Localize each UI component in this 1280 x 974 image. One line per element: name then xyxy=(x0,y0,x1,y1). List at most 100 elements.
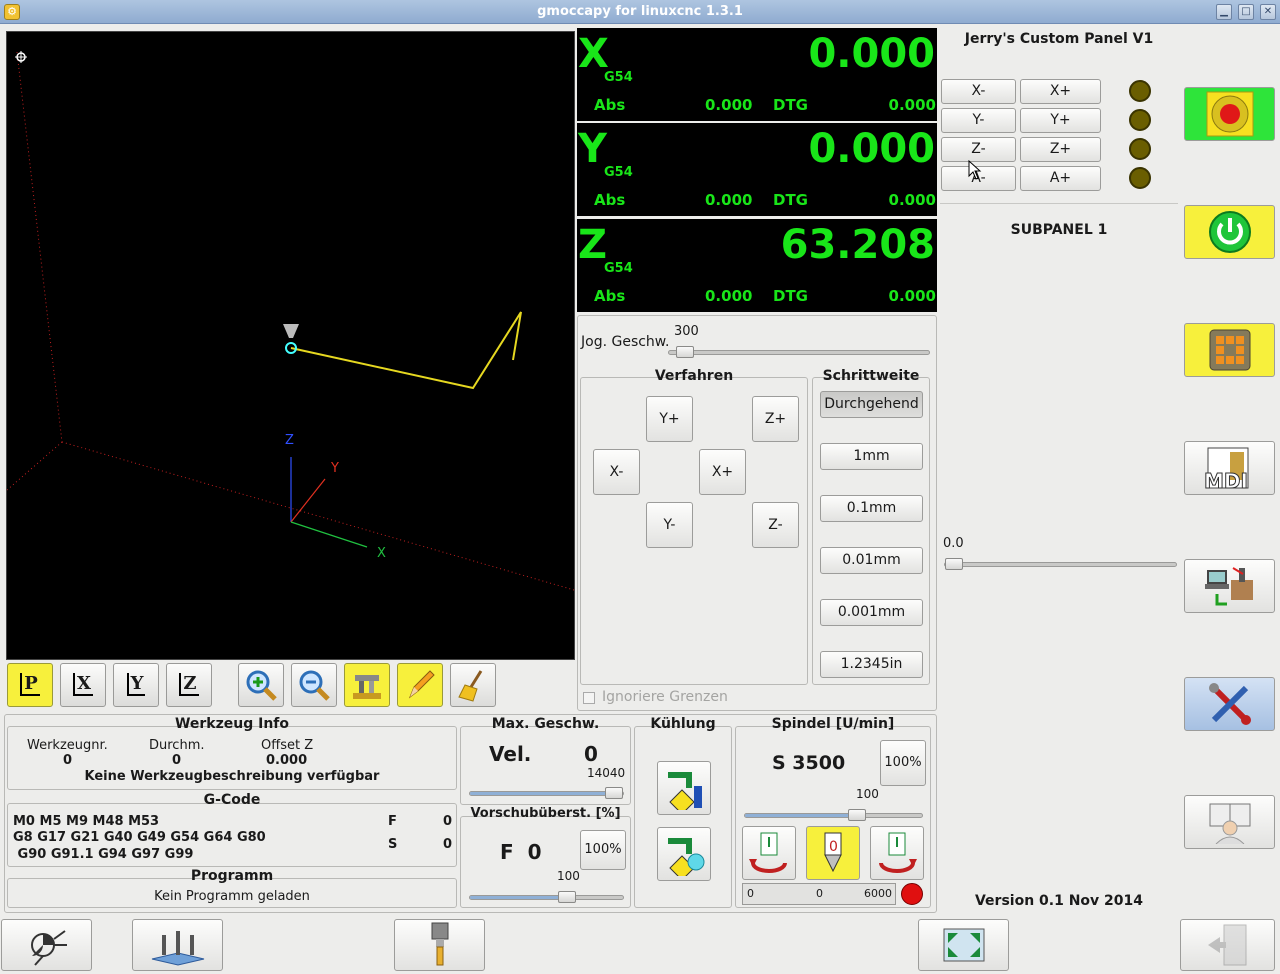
panel-zminus-button[interactable]: Z- xyxy=(941,137,1016,162)
jog-zminus-button[interactable]: Z- xyxy=(752,502,799,548)
slider-fill xyxy=(470,896,567,899)
dro-axis-letter: Z xyxy=(578,222,608,268)
dro-dtg-label: DTG xyxy=(773,287,808,305)
panel-xplus-button[interactable]: X+ xyxy=(1020,79,1101,104)
dro-y[interactable]: Y G54 0.000 Abs 0.000 DTG 0.000 xyxy=(577,123,937,216)
ref-all-button[interactable] xyxy=(1,919,92,971)
spindle-forward-button[interactable] xyxy=(742,826,796,880)
zoom-in-button[interactable] xyxy=(238,663,284,707)
gcode-f-label: F xyxy=(388,814,397,829)
zoom-in-icon xyxy=(246,670,277,701)
y-axis-label: Y xyxy=(330,461,339,476)
subpanel-slider[interactable] xyxy=(944,558,1177,570)
spindle-reverse-button[interactable] xyxy=(870,826,924,880)
feed-override-slider[interactable] xyxy=(469,891,624,903)
slider-knob[interactable] xyxy=(558,891,576,903)
dro-x[interactable]: X G54 0.000 Abs 0.000 DTG 0.000 xyxy=(577,28,937,121)
ignore-limits-label: Ignoriere Grenzen xyxy=(602,689,728,705)
max-vel-slider[interactable] xyxy=(469,787,624,799)
spindle-override-value: 100 xyxy=(856,787,879,801)
svg-text:MDI: MDI xyxy=(1204,469,1248,492)
slider-knob[interactable] xyxy=(848,809,866,821)
dro-abs-value: 0.000 xyxy=(705,191,753,209)
slider-fill xyxy=(470,792,614,795)
spindle-override-slider[interactable] xyxy=(744,809,923,821)
view-y-button[interactable]: Y xyxy=(113,663,159,707)
spindle-override-reset-button[interactable]: 100% xyxy=(880,740,926,786)
minimize-icon[interactable]: ▁ xyxy=(1216,4,1232,20)
panel-yplus-button[interactable]: Y+ xyxy=(1020,108,1101,133)
max-vel-max: 14040 xyxy=(587,766,626,780)
mist-coolant-button[interactable] xyxy=(657,827,711,881)
increment-1mm-button[interactable]: 1mm xyxy=(820,443,923,470)
subpanel-title: SUBPANEL 1 xyxy=(1010,222,1108,238)
dro-abs-label: Abs xyxy=(594,191,626,209)
panel-zplus-button[interactable]: Z+ xyxy=(1020,137,1101,162)
feed-override-label: F 0 xyxy=(500,840,542,864)
spindle-bar-max: 6000 xyxy=(864,887,892,900)
auto-mode-button[interactable] xyxy=(1184,559,1275,613)
panel-yminus-button[interactable]: Y- xyxy=(941,108,1016,133)
flood-coolant-button[interactable] xyxy=(657,761,711,815)
fullscreen-button[interactable] xyxy=(918,919,1009,971)
dro-z[interactable]: Z G54 63.208 Abs 0.000 DTG 0.000 xyxy=(577,219,937,312)
increment-0001mm-button[interactable]: 0.001mm xyxy=(820,599,923,626)
slider-knob[interactable] xyxy=(945,558,963,570)
dimensions-button[interactable] xyxy=(344,663,390,707)
ignore-limits-checkbox[interactable] xyxy=(583,692,595,704)
panel-led xyxy=(1129,138,1151,160)
clear-plot-button[interactable] xyxy=(450,663,496,707)
jog-pad-icon xyxy=(1209,329,1250,371)
flood-coolant-icon xyxy=(668,772,702,815)
jog-zplus-button[interactable]: Z+ xyxy=(752,396,799,442)
zoom-out-button[interactable] xyxy=(291,663,337,707)
tool-path-button[interactable] xyxy=(397,663,443,707)
panel-xminus-button[interactable]: X- xyxy=(941,79,1016,104)
dro-dtg-value: 0.000 xyxy=(888,96,936,114)
view-z-button[interactable]: Z xyxy=(166,663,212,707)
jog-xplus-button[interactable]: X+ xyxy=(699,449,746,495)
view-x-button[interactable]: X xyxy=(60,663,106,707)
pencil-icon xyxy=(408,670,435,699)
increment-inch-button[interactable]: 1.2345in xyxy=(820,651,923,678)
manual-mode-button[interactable] xyxy=(1184,323,1275,377)
settings-button[interactable] xyxy=(1184,677,1275,731)
max-vel-title: Max. Geschw. xyxy=(491,716,600,732)
close-icon[interactable]: ✕ xyxy=(1260,4,1276,20)
limit-line xyxy=(61,441,574,591)
touch-off-button[interactable] xyxy=(132,919,223,971)
tool-change-button[interactable] xyxy=(394,919,485,971)
slider-knob[interactable] xyxy=(676,346,694,358)
estop-button[interactable] xyxy=(1184,87,1275,141)
maximize-icon[interactable]: □ xyxy=(1238,4,1254,20)
machine-power-button[interactable] xyxy=(1184,205,1275,259)
jog-xminus-button[interactable]: X- xyxy=(593,449,640,495)
mdi-mode-button[interactable]: MDI xyxy=(1184,441,1275,495)
spindle-stop-button[interactable]: 0 xyxy=(806,826,860,880)
jog-yplus-button[interactable]: Y+ xyxy=(646,396,693,442)
caliper-icon xyxy=(353,675,381,699)
increment-01mm-button[interactable]: 0.1mm xyxy=(820,495,923,522)
home-axes-icon xyxy=(30,930,67,966)
increment-continuous-button[interactable]: Durchgehend xyxy=(820,391,923,418)
slider-knob[interactable] xyxy=(605,787,623,799)
exit-button[interactable] xyxy=(1180,919,1275,971)
custom-panel-title: Jerry's Custom Panel V1 xyxy=(964,31,1154,47)
spindle-stop-icon: 0 xyxy=(824,832,842,873)
tool-offset-label: Offset Z xyxy=(261,738,314,753)
gcode-preview[interactable]: Z Y X xyxy=(6,31,575,660)
verfahren-title: Verfahren xyxy=(654,368,734,384)
jog-speed-slider[interactable] xyxy=(668,346,930,358)
view-p-label: P xyxy=(20,673,40,696)
program-status: Kein Programm geladen xyxy=(154,889,310,904)
feed-override-reset-button[interactable]: 100% xyxy=(580,830,626,870)
view-p-button[interactable]: P xyxy=(7,663,53,707)
spindle-speed: S 3500 xyxy=(772,752,846,774)
z-axis-label: Z xyxy=(285,433,294,448)
increment-001mm-button[interactable]: 0.01mm xyxy=(820,547,923,574)
jog-yminus-button[interactable]: Y- xyxy=(646,502,693,548)
tool-cone xyxy=(283,324,299,338)
user-tabs-button[interactable] xyxy=(1184,795,1275,849)
panel-aplus-button[interactable]: A+ xyxy=(1020,166,1101,191)
gcode-line-1: M0 M5 M9 M48 M53 xyxy=(13,814,160,829)
